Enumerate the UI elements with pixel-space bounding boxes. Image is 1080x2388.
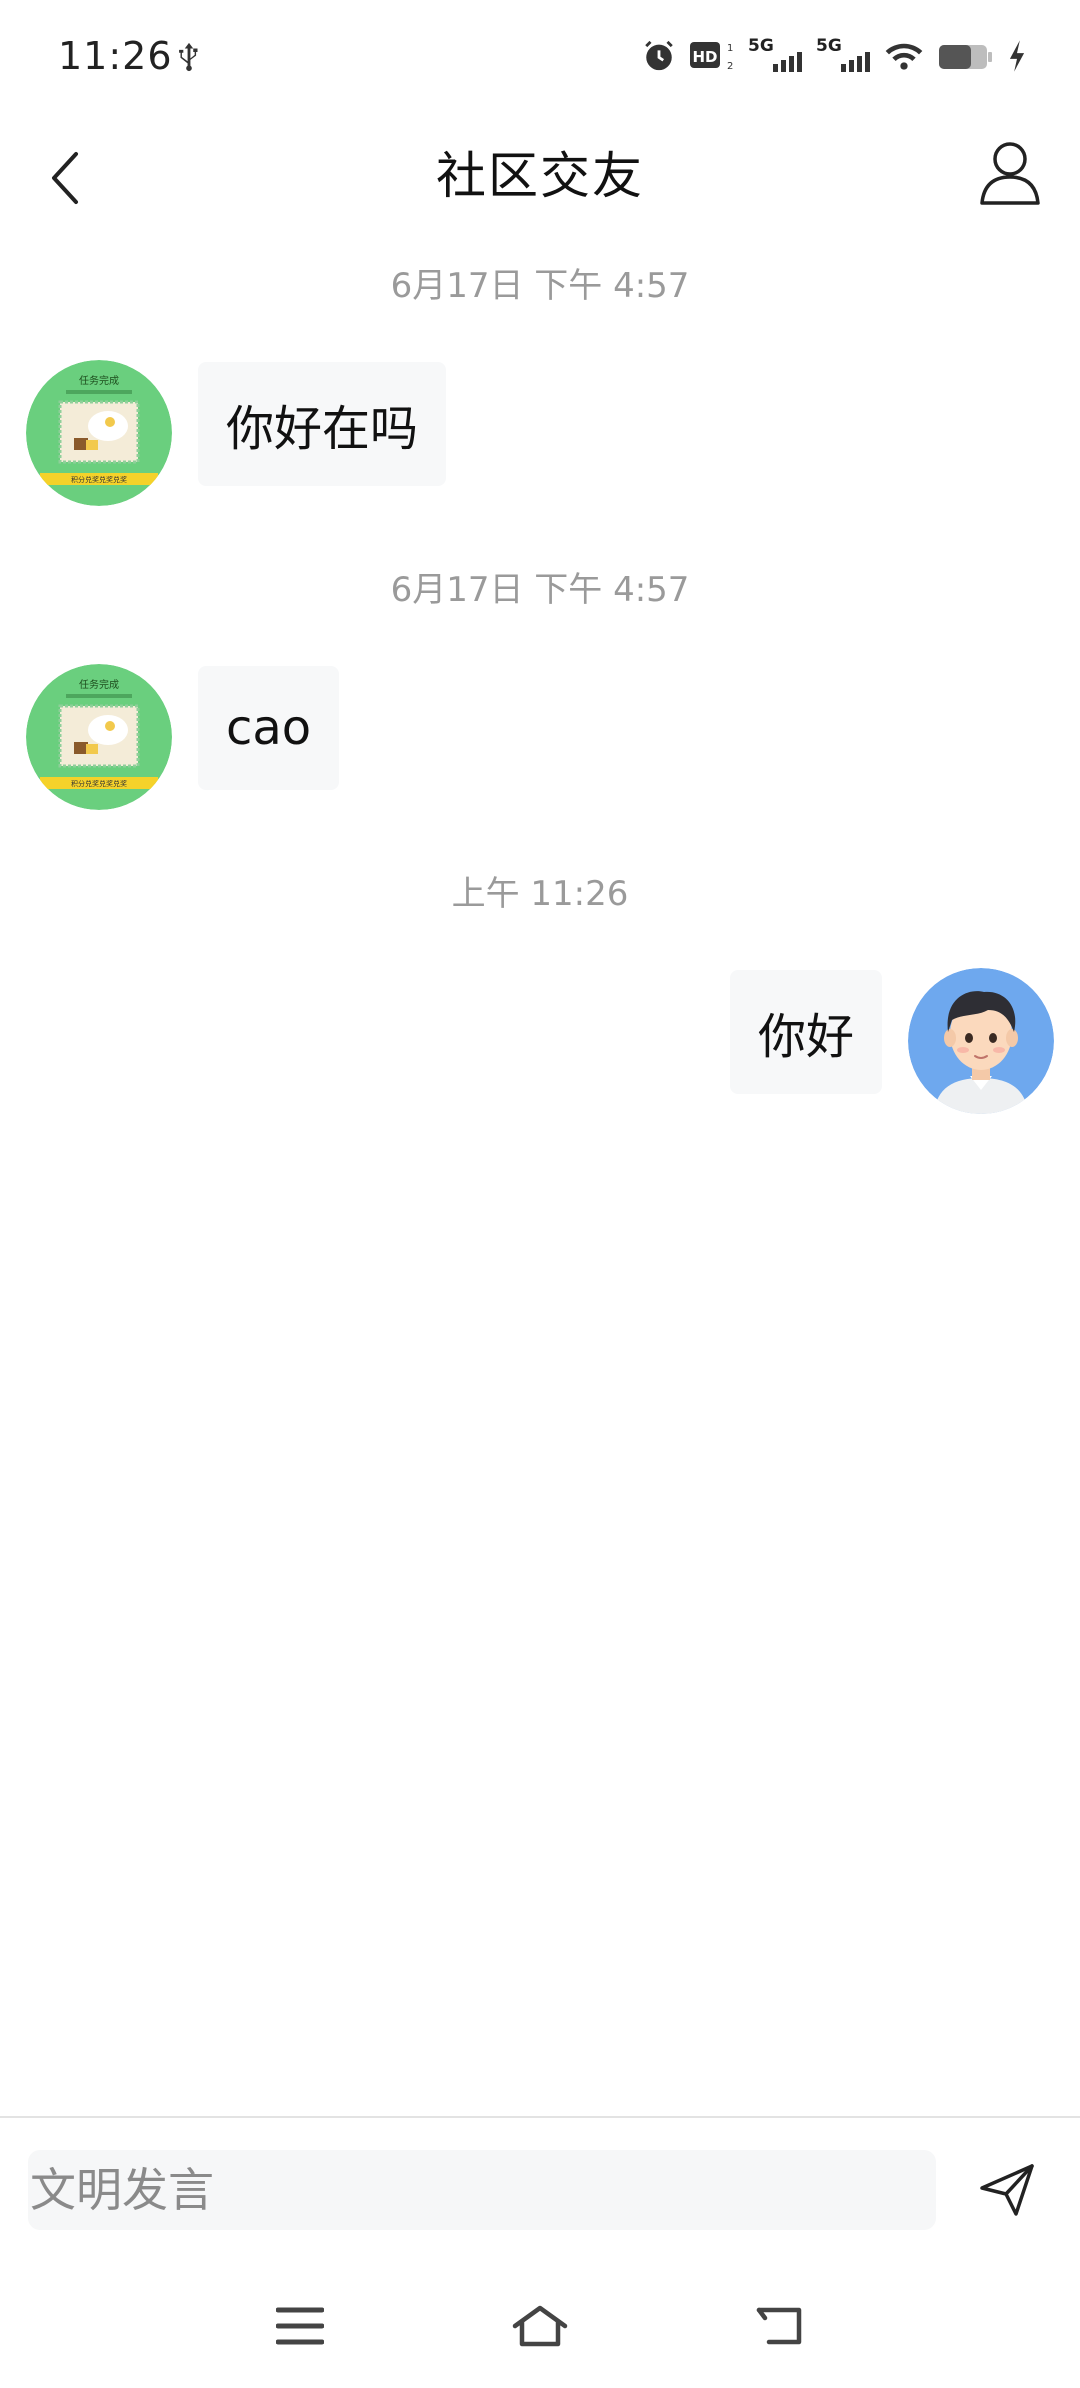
signal-5g-icon: 5G — [748, 34, 802, 78]
avatar-banner: 积分兑奖兑奖兑奖 — [71, 779, 127, 788]
svg-text:1: 1 — [727, 43, 733, 54]
avatar-banner: 积分兑奖兑奖兑奖 — [71, 475, 127, 484]
system-nav-bar — [0, 2270, 1080, 2388]
message-timestamp: 6月17日 下午 4:57 — [390, 266, 690, 306]
avatar-title: 任务完成 — [79, 374, 119, 387]
wifi-icon — [885, 43, 923, 70]
chat-screen: 11:26 HD 1 2 5G 5G 社区交友 6月17日 下午 4:57 任务… — [0, 0, 1080, 2388]
task-complete-avatar[interactable]: 任务完成 积分兑奖兑奖兑奖 — [26, 664, 172, 810]
send-icon — [980, 2164, 1034, 2216]
message-text: 你好 — [757, 1009, 854, 1065]
message-text: cao — [226, 700, 312, 756]
received-message-bubble[interactable]: cao — [198, 666, 340, 790]
send-button[interactable] — [976, 2158, 1040, 2222]
task-complete-avatar[interactable]: 任务完成 积分兑奖兑奖兑奖 — [26, 360, 172, 506]
avatar-title: 任务完成 — [79, 678, 119, 691]
sent-message-bubble[interactable]: 你好 — [729, 970, 882, 1094]
received-message-bubble[interactable]: 你好在吗 — [198, 362, 447, 486]
status-time: 11:26 — [58, 34, 173, 78]
back-icon — [756, 2307, 802, 2345]
cartoon-man-avatar[interactable] — [908, 968, 1054, 1114]
composer-divider — [0, 2116, 1080, 2118]
usb-icon — [179, 42, 198, 72]
hd-icon: HD 1 2 — [690, 42, 733, 72]
profile-button[interactable] — [970, 128, 1050, 218]
charging-icon — [1009, 40, 1025, 72]
status-bar: 11:26 HD 1 2 5G 5G — [0, 0, 1080, 118]
nav-header: 社区交友 — [0, 118, 1080, 238]
svg-text:2: 2 — [727, 61, 733, 72]
home-button[interactable] — [510, 2296, 570, 2356]
message-text: 你好在吗 — [226, 401, 419, 457]
message-input[interactable] — [28, 2150, 936, 2230]
message-timestamp: 6月17日 下午 4:57 — [390, 570, 690, 610]
system-back-button[interactable] — [750, 2296, 810, 2356]
svg-text:HD: HD — [692, 48, 717, 66]
status-icons: HD 1 2 5G 5G — [642, 34, 1026, 78]
signal-5g-icon: 5G — [816, 34, 870, 78]
message-timestamp: 上午 11:26 — [451, 874, 629, 914]
menu-button[interactable] — [270, 2296, 330, 2356]
page-title: 社区交友 — [436, 147, 644, 205]
person-icon — [980, 142, 1040, 205]
home-icon — [512, 2305, 568, 2347]
battery-icon — [939, 45, 992, 69]
alarm-icon — [645, 40, 673, 71]
menu-icon — [276, 2307, 324, 2345]
